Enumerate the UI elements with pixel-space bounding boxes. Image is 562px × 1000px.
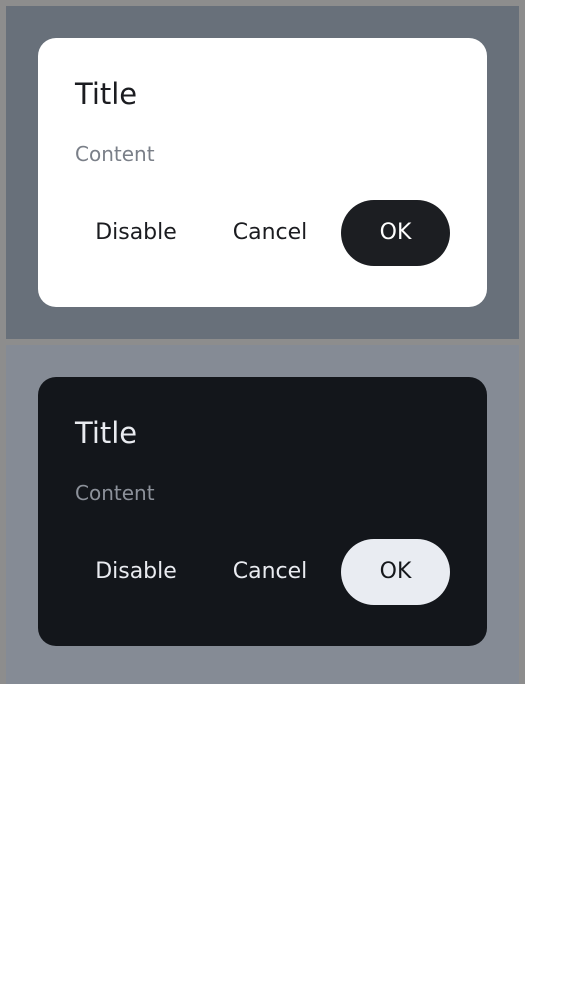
disable-button[interactable]: Disable — [76, 539, 196, 605]
cancel-button[interactable]: Cancel — [210, 200, 330, 266]
disable-button[interactable]: Disable — [76, 200, 196, 266]
dialog-title: Title — [75, 416, 138, 450]
ok-button[interactable]: OK — [341, 539, 450, 605]
dialog-content: Content — [75, 481, 155, 505]
ok-button[interactable]: OK — [341, 200, 450, 266]
dialog-title: Title — [75, 77, 138, 111]
preview-canvas: Title Content Disable Cancel OK Title Co… — [0, 0, 525, 684]
dialog-content: Content — [75, 142, 155, 166]
light-dialog: Title Content Disable Cancel OK — [38, 38, 487, 307]
dark-dialog: Title Content Disable Cancel OK — [38, 377, 487, 646]
cancel-button[interactable]: Cancel — [210, 539, 330, 605]
